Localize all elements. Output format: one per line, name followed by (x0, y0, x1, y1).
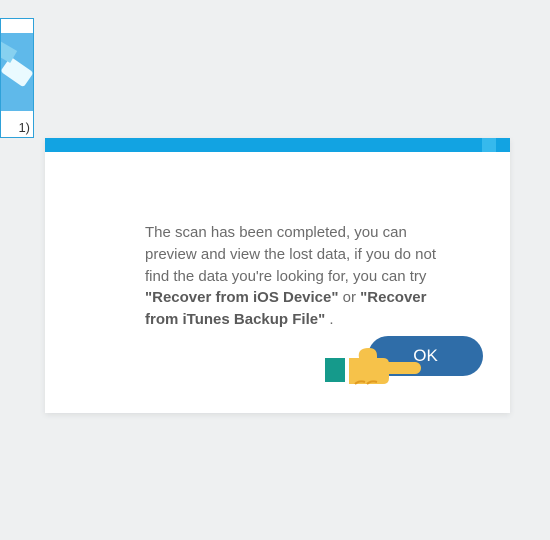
thumbnail-caption: 1) (0, 120, 30, 135)
dialog-titlebar (45, 138, 510, 152)
thumbnail-image (1, 33, 33, 111)
dialog-text-connector: or (343, 289, 361, 306)
ok-button[interactable]: OK (368, 336, 483, 376)
dialog-text-suffix: . (329, 311, 333, 328)
dialog-message: The scan has been completed, you can pre… (45, 152, 510, 331)
dialog-text-pre: The scan has been completed, you can pre… (145, 224, 436, 285)
dialog-option-ios-device: "Recover from iOS Device" (145, 289, 338, 306)
scan-complete-dialog: The scan has been completed, you can pre… (45, 138, 510, 413)
